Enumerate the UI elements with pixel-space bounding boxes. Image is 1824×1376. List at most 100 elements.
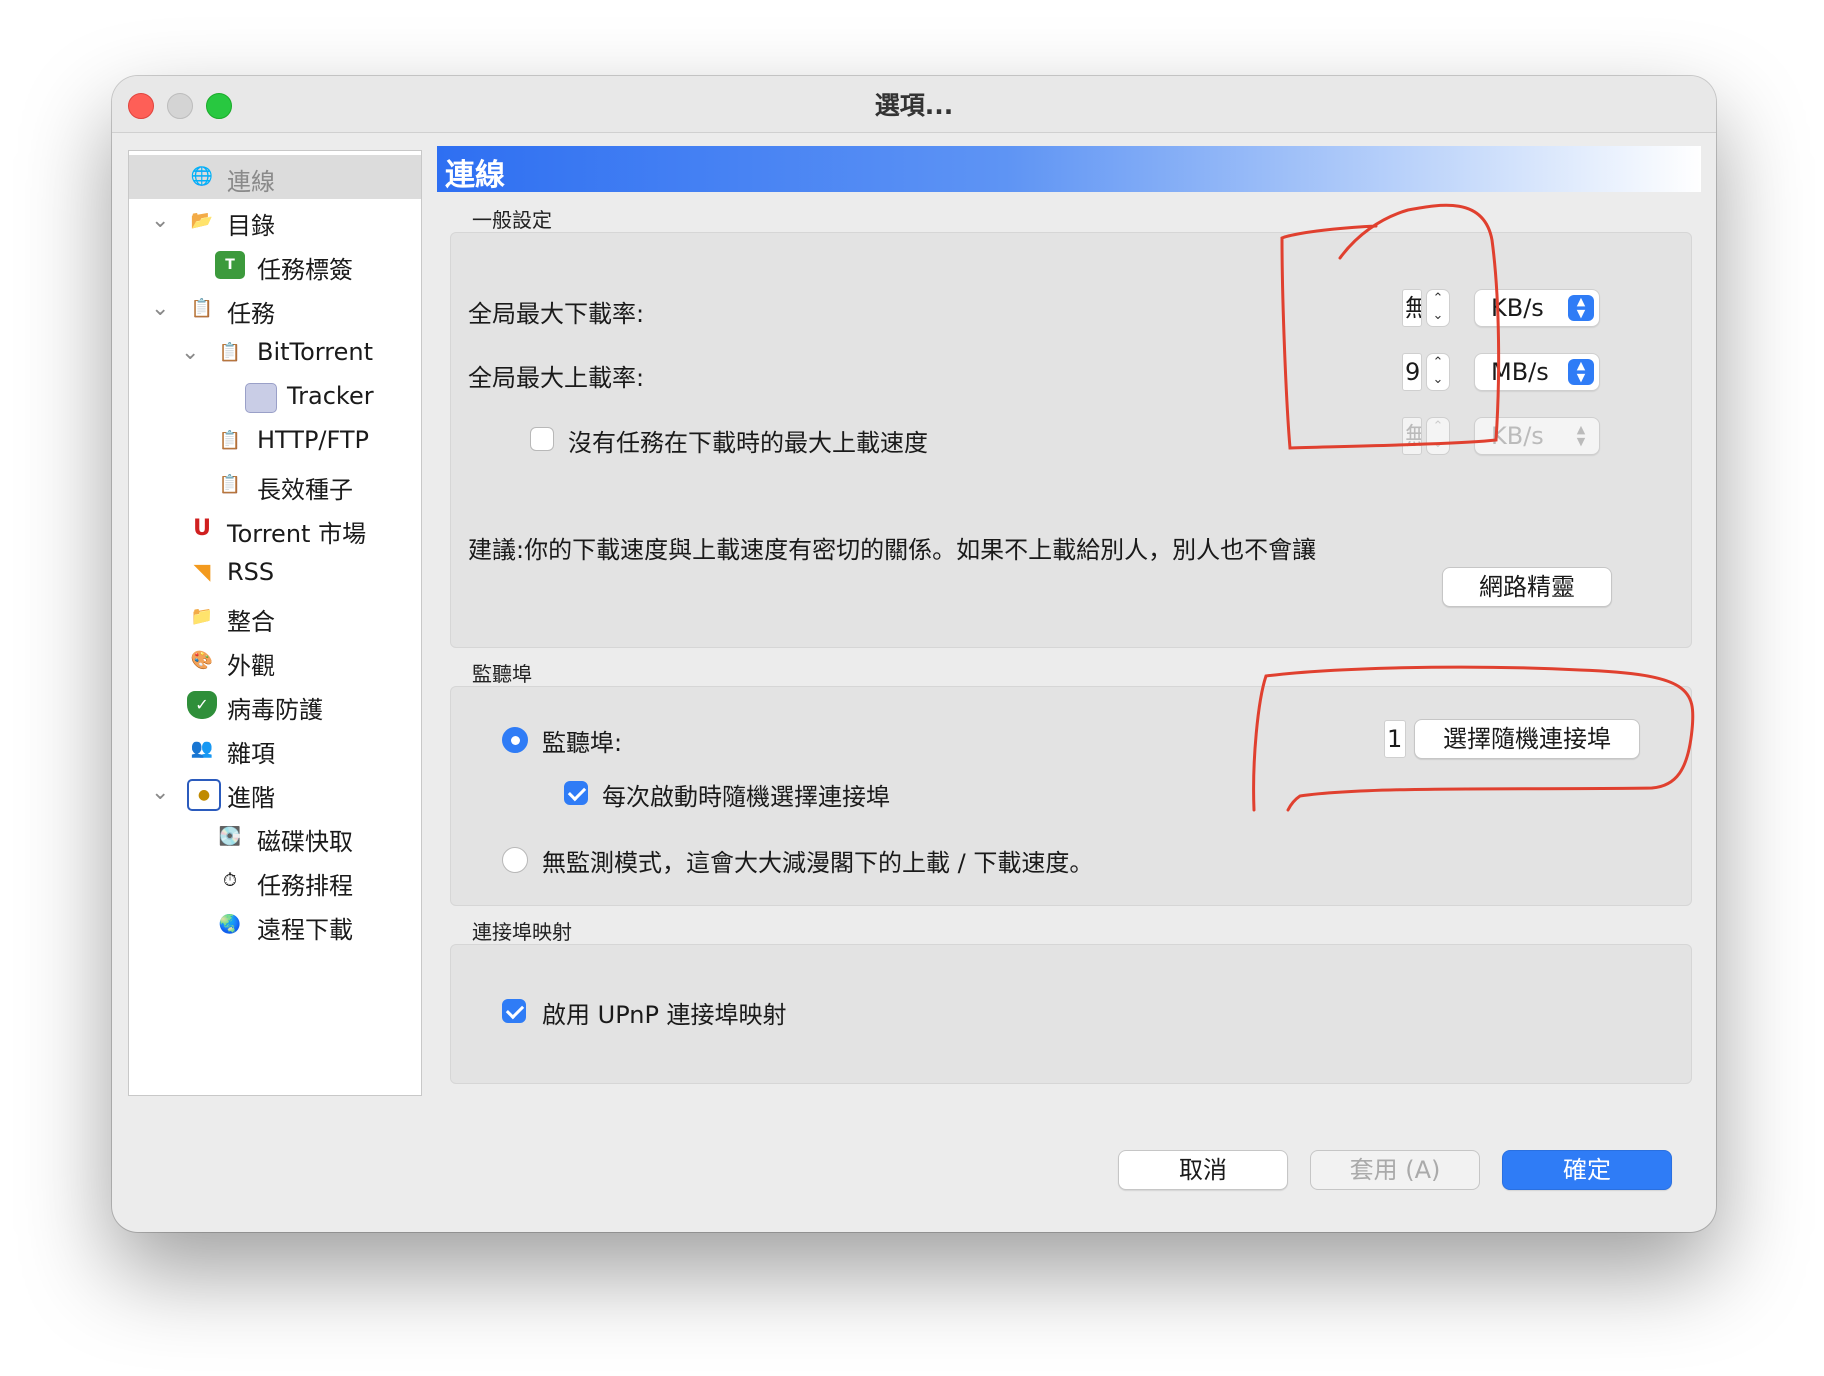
sidebar-item-label: 外觀 xyxy=(227,652,275,680)
max-upload-label: 全局最大上載率: xyxy=(468,364,645,392)
sidebar-item-tracker[interactable]: Tracker xyxy=(129,375,421,419)
sidebar-item-label: 任務標簽 xyxy=(257,256,353,284)
server-box-icon xyxy=(245,383,277,413)
sidebar-item-label: 任務排程 xyxy=(257,872,353,900)
max-download-label: 全局最大下載率: xyxy=(468,300,645,328)
settings-sidebar: 🌐 連線 ⌄ 📂 目錄 T 任務標簽 ⌄ 📋 任務 ⌄ 📋 BitTorrent… xyxy=(128,150,422,1096)
scheduler-icon: ⏱ xyxy=(222,870,238,891)
sidebar-item-label: 磁碟快取 xyxy=(257,828,353,856)
sidebar-item-remote-download[interactable]: 🌏 遠程下載 xyxy=(129,903,421,947)
chevron-down-icon[interactable]: ⌄ xyxy=(151,208,169,233)
people-icon: 👥 xyxy=(190,738,214,759)
globe-icon: 🌏 xyxy=(218,914,242,935)
upnp-label: 啟用 UPnP 連接埠映射 xyxy=(542,1001,787,1029)
sidebar-item-label: Torrent 市場 xyxy=(227,520,367,548)
no-listen-mode-radio[interactable] xyxy=(502,847,528,873)
random-port-each-start-label: 每次啟動時隨機選擇連接埠 xyxy=(602,783,890,811)
rss-icon: ◥ xyxy=(193,560,211,585)
sidebar-item-advanced[interactable]: ⌄ ● 進階 xyxy=(129,771,421,815)
disk-cache-icon: 💽 xyxy=(218,826,242,847)
idle-upload-label: 沒有任務在下載時的最大上載速度 xyxy=(568,429,928,457)
folder-icon: 📂 xyxy=(190,210,214,231)
sidebar-item-label: 整合 xyxy=(227,608,275,636)
listen-port-radio[interactable] xyxy=(502,727,528,753)
globe-network-icon: 🌐 xyxy=(190,166,214,187)
sidebar-item-appearance[interactable]: 🎨 外觀 xyxy=(129,639,421,683)
chevron-down-icon[interactable]: ⌄ xyxy=(151,296,169,321)
sidebar-item-long-seed[interactable]: 📋 長效種子 xyxy=(129,463,421,507)
idle-upload-input[interactable]: 無 xyxy=(1402,417,1422,455)
advanced-window-icon: ● xyxy=(187,779,221,811)
integration-folder-icon: 📁 xyxy=(190,606,214,627)
sidebar-item-label: 病毒防護 xyxy=(227,696,323,724)
sidebar-item-tasks[interactable]: ⌄ 📋 任務 xyxy=(129,287,421,331)
max-download-unit-value: KB/s xyxy=(1491,294,1544,322)
up-down-arrows-icon: ▲ ▼ xyxy=(1576,423,1586,448)
chevron-down-icon[interactable]: ⌄ xyxy=(181,340,199,365)
max-upload-stepper[interactable]: ⌃ ⌄ xyxy=(1426,353,1450,391)
sidebar-item-label: RSS xyxy=(227,558,275,586)
tag-icon: T xyxy=(215,251,245,279)
up-down-arrows-icon: ▲ ▼ xyxy=(1568,295,1594,321)
max-upload-unit-select[interactable]: MB/s ▲ ▼ xyxy=(1474,353,1600,391)
idle-upload-checkbox[interactable] xyxy=(530,427,554,451)
sidebar-item-misc[interactable]: 👥 雜項 xyxy=(129,727,421,771)
sidebar-item-label: HTTP/FTP xyxy=(257,426,370,454)
advice-text: 建議:你的下載速度與上載速度有密切的關係。如果不上載給別人，別人也不會讓 xyxy=(468,536,1317,564)
upnp-checkbox[interactable] xyxy=(502,999,526,1023)
cancel-button[interactable]: 取消 xyxy=(1118,1150,1288,1190)
sidebar-item-task-tags[interactable]: T 任務標簽 xyxy=(129,243,421,287)
random-port-each-start-checkbox[interactable] xyxy=(564,781,588,805)
sidebar-item-label: 長效種子 xyxy=(257,476,353,504)
apply-button[interactable]: 套用 (A) xyxy=(1310,1150,1480,1190)
options-window: 選項... 🌐 連線 ⌄ 📂 目錄 T 任務標簽 ⌄ 📋 任務 ⌄ 📋 BitT… xyxy=(112,76,1716,1232)
idle-upload-unit-select[interactable]: KB/s ▲ ▼ xyxy=(1474,417,1600,455)
window-title: 選項... xyxy=(874,91,954,120)
task-clipboard-icon: 📋 xyxy=(218,342,242,363)
sidebar-item-antivirus[interactable]: ✓ 病毒防護 xyxy=(129,683,421,727)
magnet-icon: U xyxy=(193,516,211,541)
sidebar-item-label: 任務 xyxy=(227,300,275,328)
appearance-icon: 🎨 xyxy=(190,650,214,671)
general-settings-label: 一般設定 xyxy=(472,208,552,232)
sidebar-item-label: 遠程下載 xyxy=(257,916,353,944)
section-header: 連線 xyxy=(437,146,1701,193)
section-title: 連線 xyxy=(445,158,505,193)
chevron-down-icon[interactable]: ⌄ xyxy=(151,780,169,805)
max-download-stepper[interactable]: ⌃ ⌄ xyxy=(1426,289,1450,327)
no-listen-mode-label: 無監測模式，這會大大減漫閣下的上載 / 下載速度。 xyxy=(542,849,1094,877)
sidebar-item-label: 雜項 xyxy=(227,740,275,768)
up-down-arrows-icon: ▲ ▼ xyxy=(1568,359,1594,385)
sidebar-item-torrent-market[interactable]: U Torrent 市場 xyxy=(129,507,421,551)
ok-button[interactable]: 確定 xyxy=(1502,1150,1672,1190)
listen-port-group-label: 監聽埠 xyxy=(472,662,532,686)
sidebar-item-label: BitTorrent xyxy=(257,338,373,366)
sidebar-item-label: 目錄 xyxy=(227,212,275,240)
random-port-button[interactable]: 選擇隨機連接埠 xyxy=(1414,719,1640,759)
sidebar-item-scheduler[interactable]: ⏱ 任務排程 xyxy=(129,859,421,903)
max-download-unit-select[interactable]: KB/s ▲ ▼ xyxy=(1474,289,1600,327)
shield-icon: ✓ xyxy=(187,691,217,719)
max-download-input[interactable]: 無 xyxy=(1402,289,1422,327)
sidebar-item-http-ftp[interactable]: 📋 HTTP/FTP xyxy=(129,419,421,463)
task-clipboard-icon: 📋 xyxy=(190,298,214,319)
idle-upload-stepper[interactable]: ⌃ ⌄ xyxy=(1426,417,1450,455)
sidebar-item-directory[interactable]: ⌄ 📂 目錄 xyxy=(129,199,421,243)
max-upload-unit-value: MB/s xyxy=(1491,358,1549,386)
listen-port-input[interactable]: 1 xyxy=(1384,720,1406,758)
sidebar-item-label: Tracker xyxy=(287,382,374,410)
listen-port-radio-label: 監聽埠: xyxy=(542,729,623,757)
sidebar-item-integration[interactable]: 📁 整合 xyxy=(129,595,421,639)
title-bar: 選項... xyxy=(112,76,1716,133)
sidebar-item-label: 連線 xyxy=(227,168,275,196)
max-upload-input[interactable]: 9 xyxy=(1402,353,1422,391)
sidebar-item-rss[interactable]: ◥ RSS xyxy=(129,551,421,595)
sidebar-item-label: 進階 xyxy=(227,784,275,812)
task-clipboard-icon: 📋 xyxy=(218,474,242,495)
port-mapping-group-label: 連接埠映射 xyxy=(472,920,572,944)
sidebar-item-connection[interactable]: 🌐 連線 xyxy=(129,155,421,199)
sidebar-item-disk-cache[interactable]: 💽 磁碟快取 xyxy=(129,815,421,859)
network-wizard-button[interactable]: 網路精靈 xyxy=(1442,567,1612,607)
sidebar-item-bittorrent[interactable]: ⌄ 📋 BitTorrent xyxy=(129,331,421,375)
idle-upload-unit-value: KB/s xyxy=(1491,422,1544,450)
